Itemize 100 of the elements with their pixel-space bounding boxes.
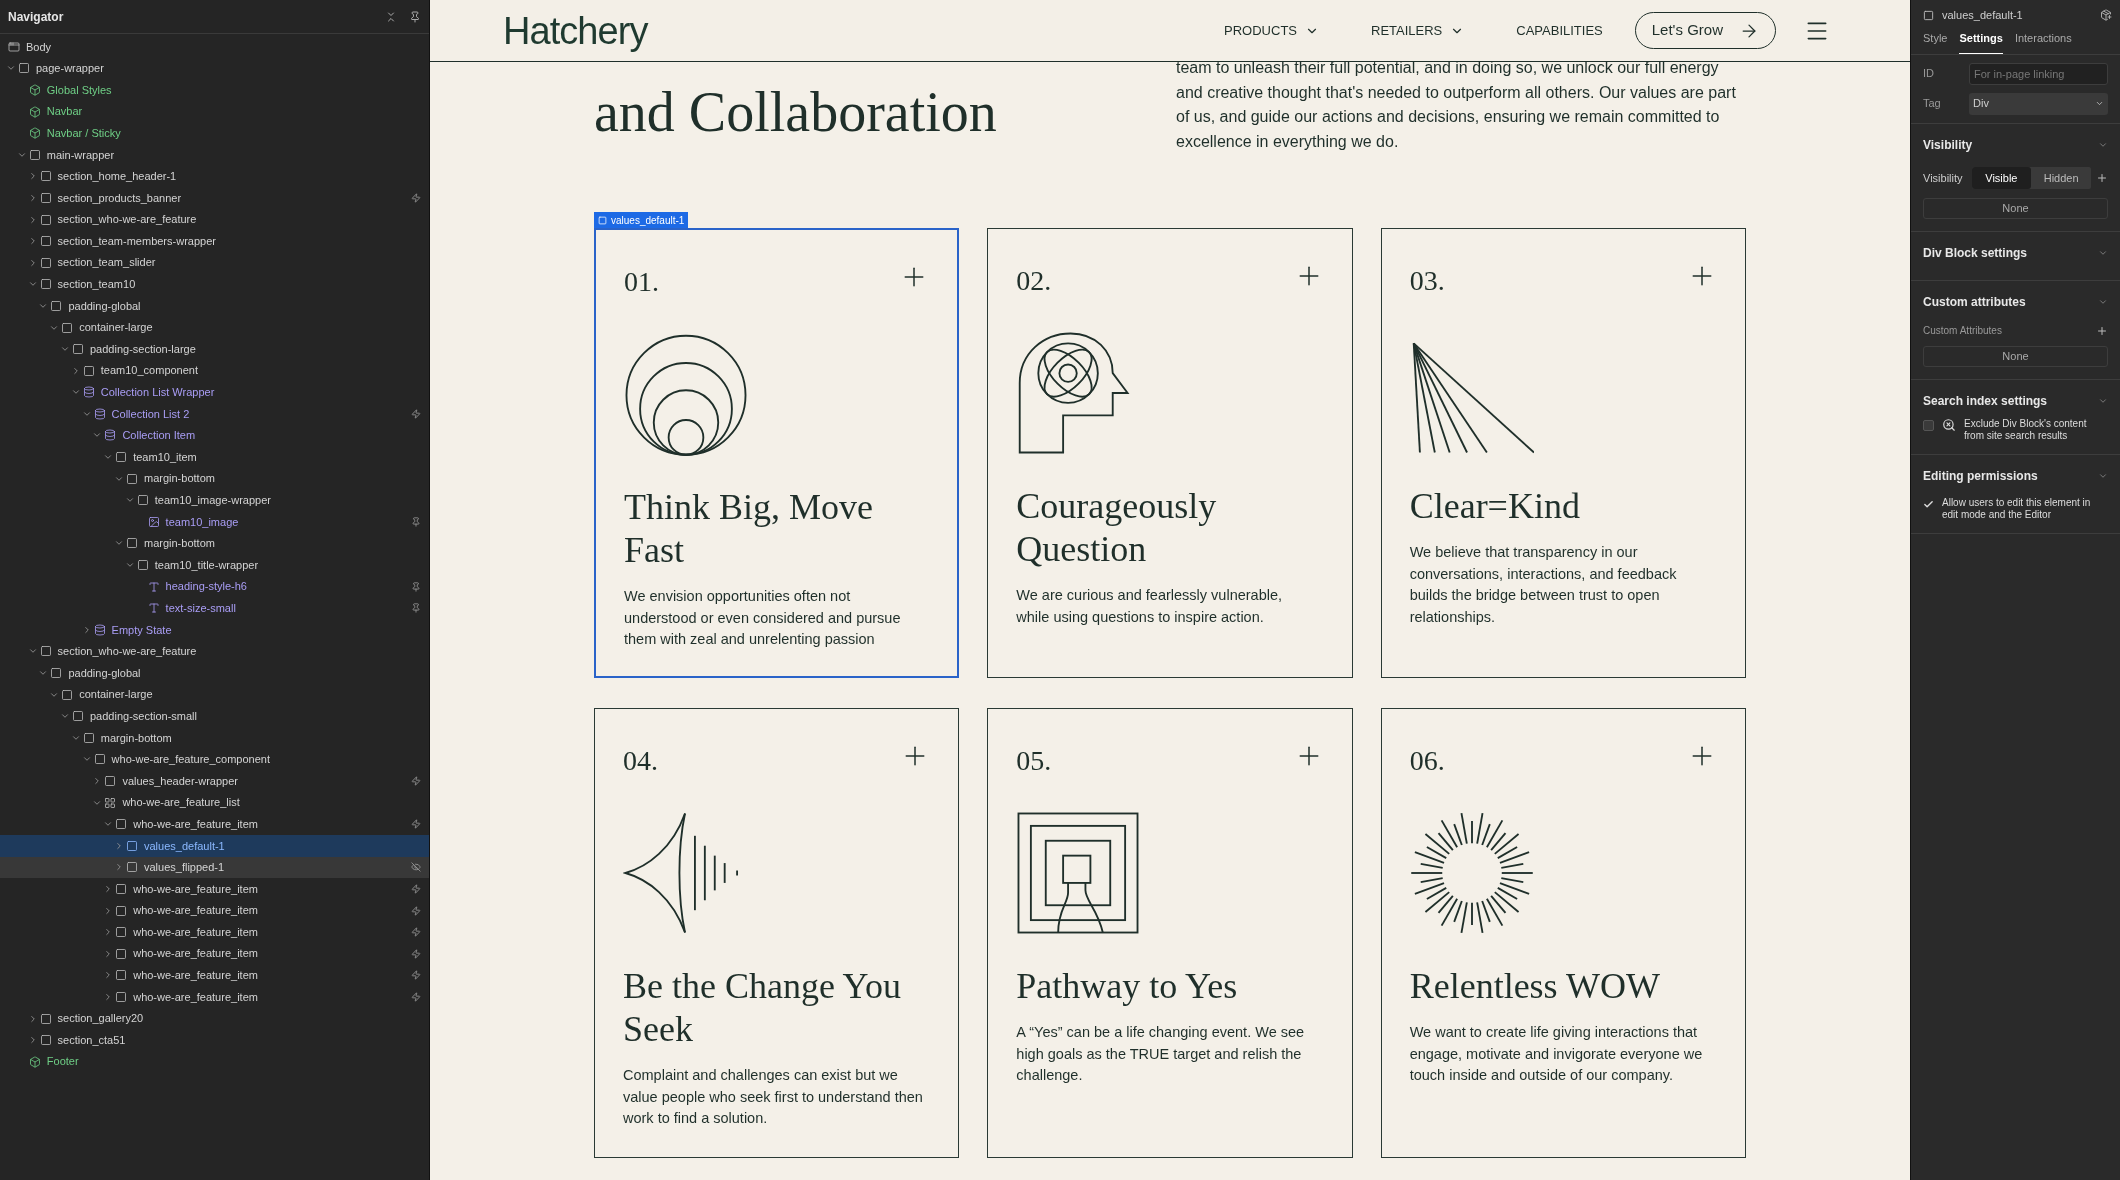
tree-item[interactable]: Navbar — [0, 100, 429, 123]
panel-title: Navigator — [8, 8, 64, 26]
tree-item[interactable]: who-we-are_feature_item — [0, 899, 429, 922]
pin-icon[interactable] — [409, 10, 421, 23]
attributes-box[interactable]: None — [1923, 346, 2108, 367]
checkbox[interactable] — [1923, 499, 1934, 510]
tree-item[interactable]: who-we-are_feature_list — [0, 791, 429, 814]
tree-item[interactable]: Empty State — [0, 619, 429, 641]
tree-item[interactable]: team10_image — [0, 511, 429, 533]
tree-item[interactable]: Footer — [0, 1050, 429, 1073]
chevron-down-icon[interactable] — [2098, 248, 2108, 258]
chevron-down-icon[interactable] — [38, 668, 49, 678]
tree-item[interactable]: text-size-small — [0, 597, 429, 620]
section-heading[interactable]: Editing permissions — [1923, 467, 2038, 485]
chevron-down-icon[interactable] — [2098, 471, 2108, 481]
tree-item[interactable]: values_header-wrapper — [0, 770, 429, 792]
search-exclude-icon — [1942, 418, 1956, 432]
section-heading[interactable]: Search index settings — [1923, 392, 2048, 410]
plus-icon[interactable] — [2096, 324, 2108, 337]
tree-item[interactable]: section_team10 — [0, 273, 429, 296]
nav-link[interactable]: PRODUCTS — [1224, 20, 1319, 41]
value-card[interactable]: 04. Be the Change You Seek Complaint and challenges can exist but we value people who seek first to understand then work to find a solution. — [594, 708, 960, 1158]
tree-item[interactable]: container-large — [0, 316, 429, 339]
tree-item[interactable]: section_cta51 — [0, 1029, 429, 1051]
tree-item[interactable]: team10_image-wrapper — [0, 489, 429, 512]
tree-item[interactable]: Collection List Wrapper — [0, 381, 429, 404]
tree-item[interactable]: section_team_slider — [0, 251, 429, 274]
tree-item[interactable]: margin-bottom — [0, 727, 429, 749]
tree-item-label: margin-bottom — [144, 471, 215, 487]
tree-item[interactable]: who-we-are_feature_item — [0, 813, 429, 835]
tree-item[interactable]: section_gallery20 — [0, 1007, 429, 1030]
tree-item[interactable]: margin-bottom — [0, 532, 429, 555]
nav-link[interactable]: CAPABILITIES — [1516, 20, 1603, 41]
tree-item-label: section_team-members-wrapper — [57, 233, 216, 249]
component-icon[interactable] — [2100, 9, 2112, 21]
panel-tab[interactable]: Settings — [1959, 30, 2003, 54]
tree-item[interactable]: padding-section-large — [0, 338, 429, 360]
tree-item[interactable]: who-we-are_feature_item — [0, 986, 429, 1008]
tree-item[interactable]: who-we-are_feature_item — [0, 942, 429, 965]
tree-item[interactable]: padding-section-small — [0, 705, 429, 727]
chevron-right-icon[interactable] — [114, 840, 124, 851]
chevron-down-icon[interactable] — [2098, 396, 2108, 406]
card-text: We envision opportunities often not understood or even considered and pursue them with zeal and unrelenting passion — [624, 587, 902, 650]
tree-item[interactable]: padding-global — [0, 662, 429, 684]
square-icon — [39, 213, 52, 226]
tree-item[interactable]: Navbar / Sticky — [0, 122, 429, 144]
tree-item-label: Global Styles — [46, 82, 112, 98]
card-text: We are curious and fearlessly vulnerable, while using questions to inspire action. — [1016, 586, 1284, 627]
section-heading[interactable]: Visibility — [1923, 135, 1973, 154]
tree-item[interactable]: Collection List 2 — [0, 403, 429, 425]
tree-item[interactable]: who-we-are_feature_component — [0, 748, 429, 771]
visibility-option[interactable]: Hidden — [2031, 166, 2091, 189]
tree-item[interactable]: Body — [0, 36, 429, 58]
tree-item-label: padding-section-small — [90, 708, 197, 724]
value-card[interactable]: 05. Pathway to Yes A “Yes” can be a life changing event. We see high goals as the TRUE target and relish the challenge. — [987, 708, 1353, 1158]
logo[interactable]: Hatchery — [503, 11, 648, 50]
tree-item[interactable]: values_flipped-1 — [0, 856, 429, 879]
checkbox[interactable] — [1923, 420, 1934, 431]
tree-item[interactable]: section_products_banner — [0, 187, 429, 209]
chevron-right-icon[interactable] — [114, 862, 124, 873]
tree-item-label: team10_image-wrapper — [154, 493, 271, 508]
panel-tab[interactable]: Style — [1923, 30, 1948, 54]
section-heading[interactable]: Custom attributes — [1923, 293, 2026, 311]
tree-item[interactable]: who-we-are_feature_item — [0, 921, 429, 943]
tree-item[interactable]: Collection Item — [0, 424, 429, 447]
collapse-icon[interactable] — [385, 10, 397, 23]
tree-item[interactable]: team10_component — [0, 359, 429, 382]
value-card[interactable]: 06. Relentless WOW We want to create life giving interactions that engage, motivate and invigorate everyone we touch inside and outside of our company. — [1380, 708, 1746, 1158]
value-card[interactable]: 01. Think Big, Move Fast We envision opportunities often not understood or even considered and pursue them with zeal and unrelenting passion — [594, 228, 960, 678]
tag-select[interactable]: Div — [1969, 92, 2108, 115]
tree-item[interactable]: team10_title-wrapper — [0, 554, 429, 576]
value-card[interactable]: 03. Clear=Kind We believe that transparency in our conversations, interactions, and feedback builds the bridge between trust to open relationships. — [1380, 228, 1746, 678]
plus-icon[interactable] — [2096, 171, 2108, 184]
chevron-down-icon[interactable] — [2098, 297, 2108, 307]
tree-item[interactable]: section_who-we-are_feature — [0, 640, 429, 663]
tree-item[interactable]: values_default-1 — [0, 834, 429, 857]
tree-item[interactable]: section_home_header-1 — [0, 165, 429, 188]
tree-item-label: section_gallery20 — [57, 1011, 144, 1027]
cube-icon — [28, 84, 41, 96]
id-field[interactable]: For in-page linking — [1969, 62, 2108, 85]
section-heading[interactable]: Div Block settings — [1923, 244, 2028, 262]
tree-item[interactable]: team10_item — [0, 446, 429, 468]
tree-item[interactable]: margin-bottom — [0, 467, 429, 490]
tree-item[interactable]: Global Styles — [0, 79, 429, 101]
tree-item[interactable]: container-large — [0, 683, 429, 706]
card-title: Be the Change You Seek — [623, 965, 902, 1052]
value-card[interactable]: 02. Courageously Question We are curious and fearlessly vulnerable, while using questions to inspire action. — [987, 228, 1353, 678]
panel-tab[interactable]: Interactions — [2014, 30, 2072, 54]
tree-item[interactable]: section_team-members-wrapper — [0, 230, 429, 252]
tree-item[interactable]: padding-global — [0, 295, 429, 317]
nav-link[interactable]: RETAILERS — [1371, 20, 1465, 41]
conditions-box[interactable]: None — [1923, 198, 2108, 219]
tree-item[interactable]: page-wrapper — [0, 57, 429, 80]
tree-item[interactable]: section_who-we-are_feature — [0, 208, 429, 231]
visibility-option[interactable]: Visible — [1971, 166, 2032, 189]
tree-item[interactable]: who-we-are_feature_item — [0, 878, 429, 900]
tree-item[interactable]: who-we-are_feature_item — [0, 964, 429, 987]
square-icon — [1923, 9, 1934, 21]
tree-item[interactable]: main-wrapper — [0, 143, 429, 166]
tree-item[interactable]: heading-style-h6 — [0, 575, 429, 598]
